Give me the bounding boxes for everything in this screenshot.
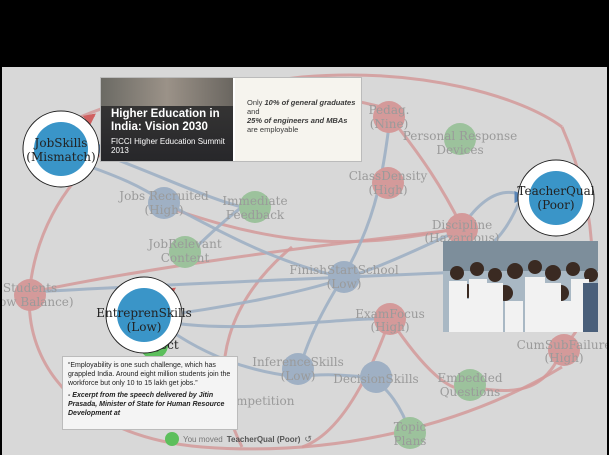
- node-students[interactable]: Students (Low Balance): [2, 279, 74, 311]
- banner-left-panel: Higher Education in India: Vision 2030 F…: [101, 78, 233, 161]
- students-photo-illustration: [443, 241, 598, 332]
- top-bar: [0, 0, 609, 67]
- banner-subtitle: FICCI Higher Education Summit 2013: [111, 137, 225, 155]
- node-jobsrecruited[interactable]: Jobs Recruited (High): [117, 187, 209, 219]
- svg-text:InferenceSkills: InferenceSkills: [252, 355, 344, 369]
- svg-text:Devices: Devices: [436, 143, 483, 157]
- svg-text:Jobs Recruited: Jobs Recruited: [117, 189, 209, 203]
- svg-text:Students: Students: [3, 281, 57, 295]
- node-personalresponse[interactable]: Personal Response Devices: [403, 123, 517, 157]
- node-teacherqual[interactable]: TeacherQual (Poor): [517, 159, 595, 237]
- node-jobrelevantcontent[interactable]: JobRelevant Content: [146, 236, 222, 268]
- svg-text:(Low): (Low): [327, 277, 362, 291]
- svg-text:(Low Balance): (Low Balance): [2, 295, 74, 309]
- move-notification: You moved TeacherQual (Poor) ↺: [165, 431, 317, 447]
- svg-text:JobRelevant: JobRelevant: [146, 237, 221, 251]
- svg-text:Topic: Topic: [394, 420, 427, 434]
- svg-text:ExamFocus: ExamFocus: [355, 307, 425, 321]
- svg-text:(High): (High): [144, 203, 183, 217]
- svg-text:Feedback: Feedback: [226, 208, 285, 222]
- svg-text:FinishStartSchool: FinishStartSchool: [289, 263, 398, 277]
- classroom-photo: [443, 241, 598, 332]
- svg-text:Embedded: Embedded: [437, 371, 502, 385]
- svg-text:ClassDensity: ClassDensity: [349, 169, 428, 183]
- svg-text:Content: Content: [161, 251, 210, 265]
- quote-citation: - Excerpt from the speech delivered by J…: [68, 392, 225, 417]
- employability-quote: “Employability is one such challenge, wh…: [62, 356, 238, 430]
- svg-text:Questions: Questions: [440, 385, 501, 399]
- banner-right-panel: Only 10% of general graduates and 25% of…: [235, 78, 361, 161]
- svg-text:Plans: Plans: [394, 434, 427, 448]
- svg-text:DecisionSkills: DecisionSkills: [333, 372, 418, 386]
- svg-text:TeacherQual: TeacherQual: [517, 184, 594, 198]
- ficci-banner: Higher Education in India: Vision 2030 F…: [100, 77, 362, 162]
- node-examfocus[interactable]: ExamFocus (High): [355, 303, 425, 335]
- toast-node: TeacherQual (Poor): [226, 434, 301, 444]
- svg-text:Pedag.: Pedag.: [369, 103, 410, 117]
- status-dot-icon: [165, 432, 179, 446]
- node-immediatefeedback[interactable]: Immediate Feedback: [222, 191, 288, 223]
- node-decisionskills[interactable]: DecisionSkills: [333, 361, 419, 393]
- svg-text:JobSkills: JobSkills: [33, 136, 88, 150]
- svg-text:(High): (High): [368, 183, 407, 197]
- banner-title: Higher Education in India: Vision 2030: [111, 108, 220, 133]
- svg-text:(Low): (Low): [127, 320, 162, 334]
- svg-text:(Low): (Low): [281, 369, 316, 383]
- svg-text:(High): (High): [370, 320, 409, 334]
- svg-text:Immediate: Immediate: [222, 194, 287, 208]
- svg-text:(Poor): (Poor): [537, 198, 574, 212]
- toast-prefix: You moved: [183, 434, 223, 444]
- svg-text:EntreprenSkills: EntreprenSkills: [96, 306, 192, 320]
- undo-icon[interactable]: ↺: [304, 434, 312, 445]
- node-jobskills[interactable]: JobSkills (Mismatch): [22, 110, 100, 188]
- node-cumsubfailure[interactable]: CumSubFailure (High): [517, 334, 607, 366]
- quote-body: “Employability is one such challenge, wh…: [68, 362, 231, 387]
- svg-text:CumSubFailure: CumSubFailure: [517, 338, 607, 352]
- node-embeddedquestions[interactable]: Embedded Questions: [437, 369, 503, 401]
- banner-road-image: [101, 78, 233, 106]
- node-topicplans[interactable]: Topic Plans: [394, 417, 427, 449]
- svg-text:Personal Response: Personal Response: [403, 129, 517, 143]
- svg-text:Discipline: Discipline: [432, 218, 492, 232]
- svg-text:(Mismatch): (Mismatch): [26, 150, 95, 164]
- node-inferenceskills[interactable]: InferenceSkills (Low): [252, 353, 344, 385]
- banner-statistic: Only 10% of general graduates and 25% of…: [247, 98, 356, 134]
- node-classdensity[interactable]: ClassDensity (High): [349, 167, 428, 199]
- svg-text:(High): (High): [544, 351, 583, 365]
